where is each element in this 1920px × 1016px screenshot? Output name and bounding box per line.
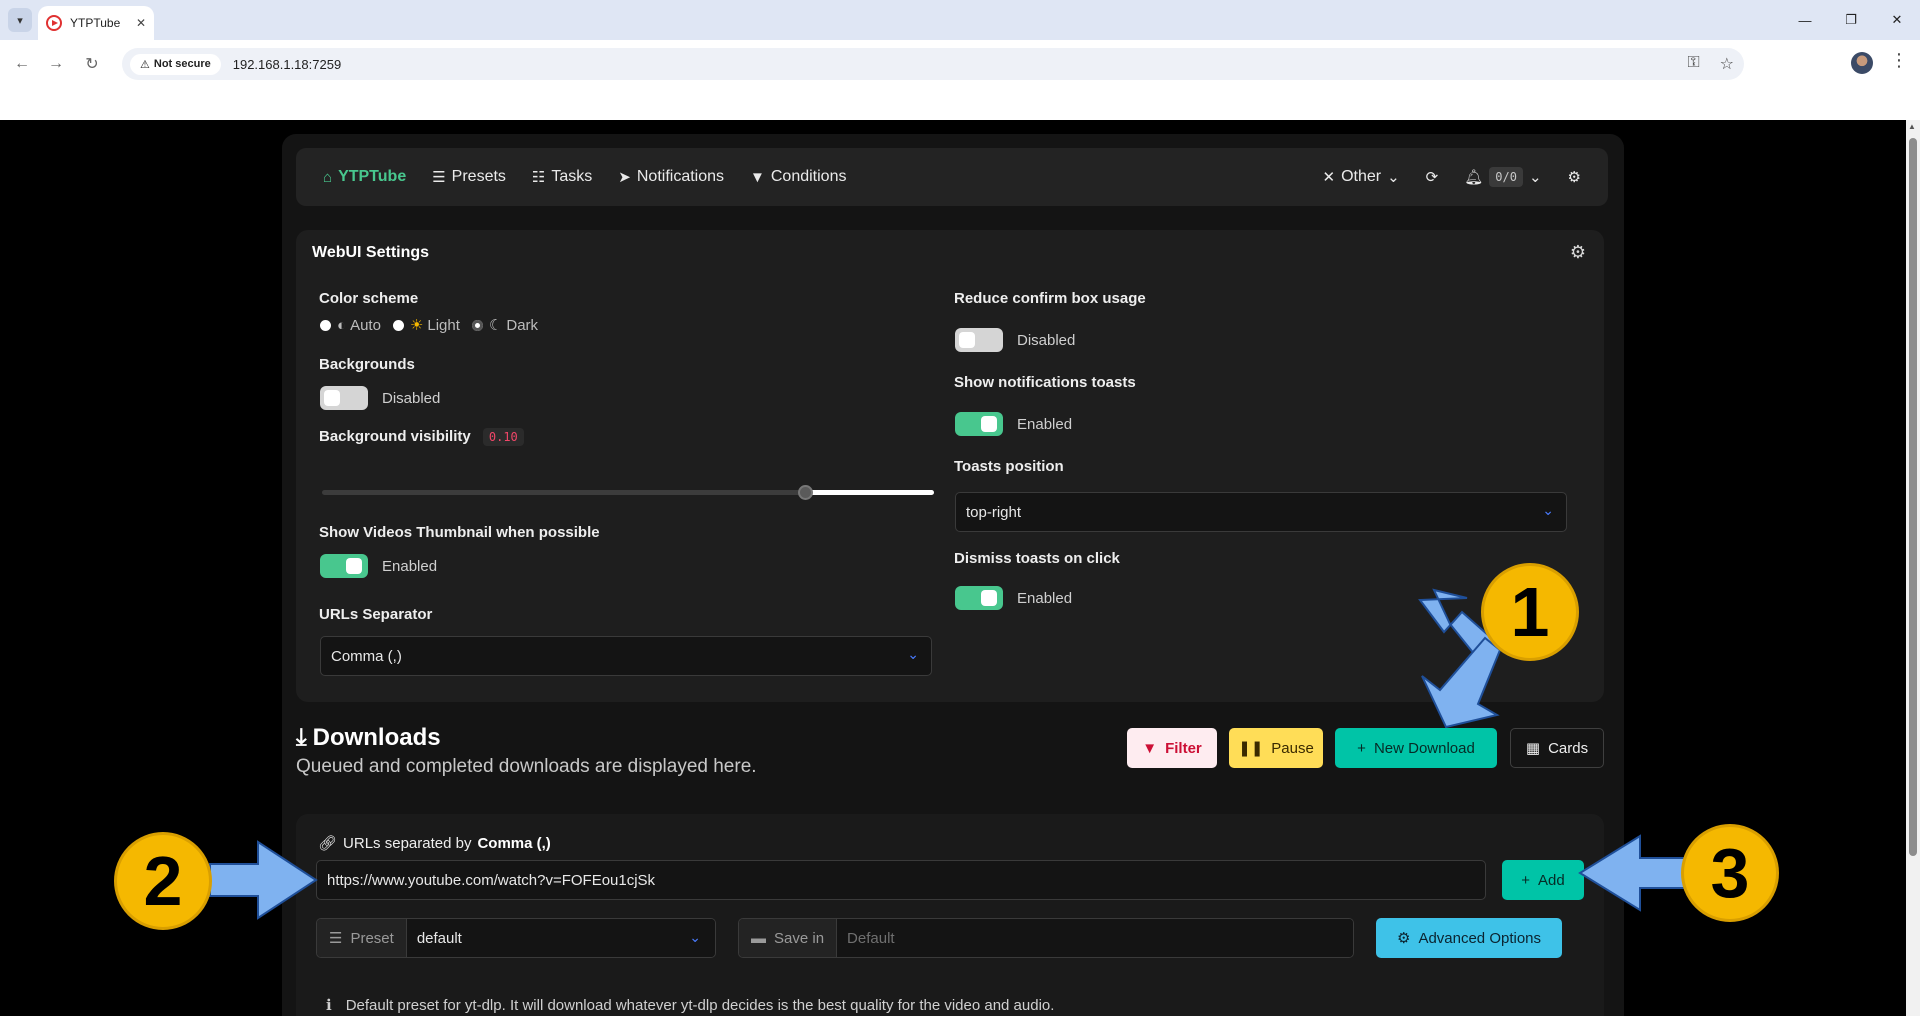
annotation-arrows: [209, 588, 1687, 920]
annotation-badge-2: 2: [114, 832, 212, 930]
annotation-badge-1: 1: [1481, 563, 1579, 661]
annotation-badge-3: 3: [1681, 824, 1779, 922]
arrow-2: [209, 840, 318, 920]
arrow-3: [1578, 834, 1687, 912]
